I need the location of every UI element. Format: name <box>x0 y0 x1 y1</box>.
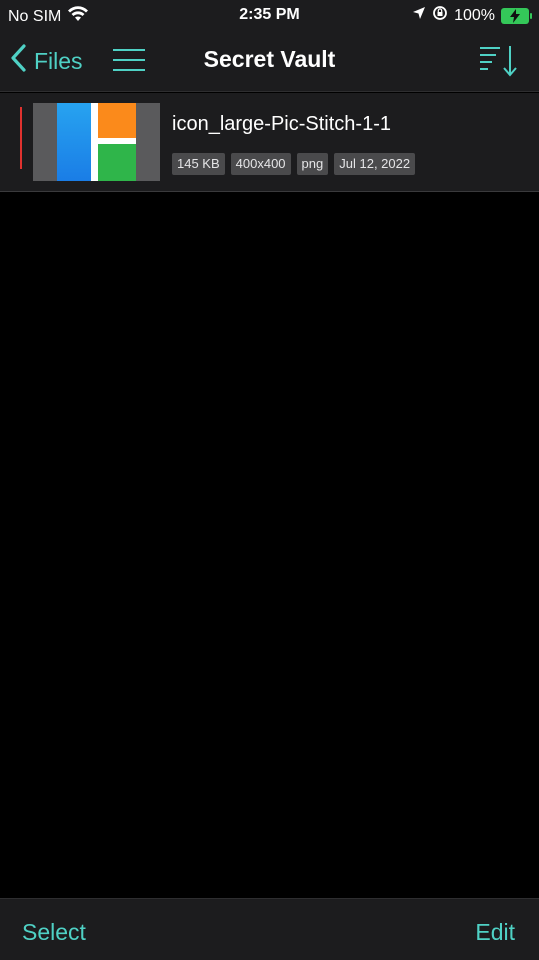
status-right: 100% <box>412 5 532 26</box>
file-metadata: 145 KB 400x400 png Jul 12, 2022 <box>172 153 416 175</box>
status-bar: No SIM 2:35 PM 100% <box>0 0 539 32</box>
file-list-item[interactable]: icon_large-Pic-Stitch-1-1 145 KB 400x400… <box>0 93 539 192</box>
edit-button[interactable]: Edit <box>475 919 515 946</box>
bottom-toolbar: Select Edit <box>0 898 539 960</box>
file-type-badge: png <box>296 153 329 175</box>
file-dimensions-badge: 400x400 <box>230 153 291 175</box>
thumbnail-green-panel <box>98 144 136 181</box>
file-name: icon_large-Pic-Stitch-1-1 <box>172 113 391 135</box>
location-arrow-icon <box>412 6 426 25</box>
file-date-badge: Jul 12, 2022 <box>334 153 416 175</box>
orientation-lock-icon <box>432 5 448 26</box>
select-button[interactable]: Select <box>22 919 86 946</box>
row-marker <box>20 107 22 169</box>
battery-charging-icon <box>501 7 532 24</box>
sort-descending-icon <box>479 46 519 82</box>
sort-button[interactable] <box>479 44 519 78</box>
thumbnail-blue-panel <box>57 103 91 181</box>
nav-bar: Files Secret Vault <box>0 32 539 92</box>
app-screen: No SIM 2:35 PM 100% Files Secret Vault i… <box>0 0 539 960</box>
file-size-badge: 145 KB <box>172 153 225 175</box>
page-title: Secret Vault <box>203 46 336 72</box>
thumbnail-divider <box>91 103 98 181</box>
thumbnail-orange-panel <box>98 103 136 138</box>
file-thumbnail <box>33 103 160 181</box>
battery-percent: 100% <box>454 6 495 24</box>
